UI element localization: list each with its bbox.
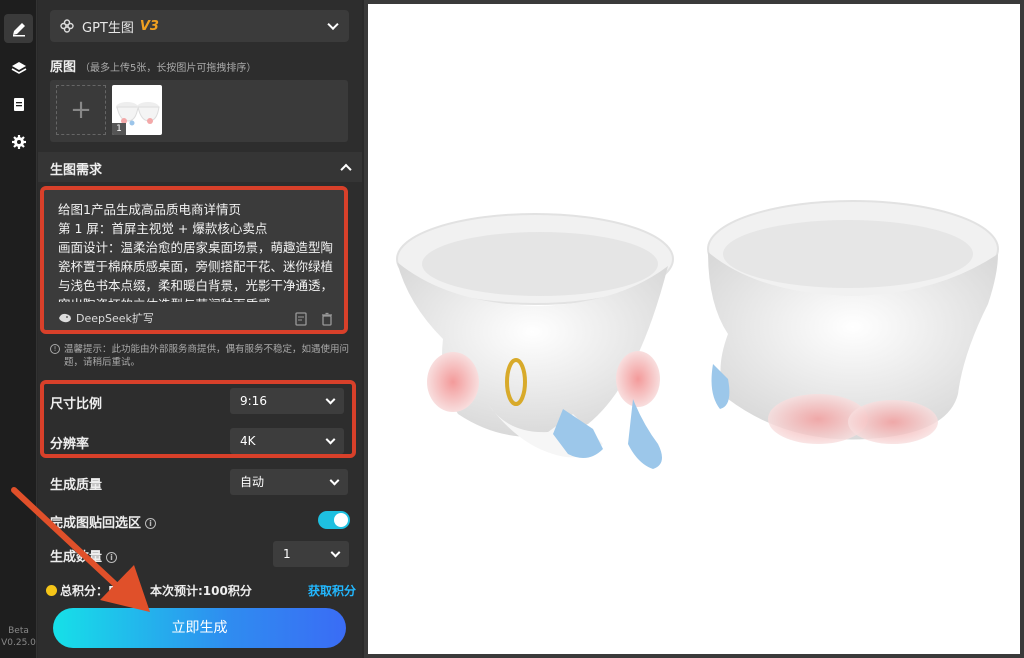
plus-icon: + <box>70 95 92 125</box>
quality-row: 生成质量 自动 <box>38 465 362 499</box>
credits-total-label: 总积分： <box>60 584 109 598</box>
ratio-row: 尺寸比例 9:16 <box>38 384 362 418</box>
resolution-value: 4K <box>240 434 256 448</box>
version-badge: V3 <box>139 18 159 34</box>
source-hint: （最多上传5张，长按图片可拖拽排序） <box>80 63 257 74</box>
quality-value: 自动 <box>240 475 265 489</box>
edit-tool-button[interactable] <box>4 14 33 43</box>
count-label: 生成数量 <box>50 550 103 565</box>
deepseek-expand-button[interactable]: DeepSeek扩写 <box>58 310 154 326</box>
model-title: GPT生图 <box>82 20 134 36</box>
chevron-down-icon <box>330 547 341 558</box>
tool-rail: Beta V0.25.0 <box>0 0 37 658</box>
model-selector[interactable]: GPT生图 V3 <box>50 10 349 42</box>
settings-panel: GPT生图 V3 原图 （最多上传5张，长按图片可拖拽排序） + 1 生图需求 给… <box>38 0 362 658</box>
requirement-title: 生图需求 <box>50 163 103 178</box>
resolution-row: 分辨率 4K <box>38 424 362 458</box>
beta-label: Beta <box>8 626 29 636</box>
paste-back-toggle[interactable] <box>318 511 350 529</box>
paste-back-row: 完成图贴回选区 i <box>38 503 362 537</box>
chevron-down-icon <box>329 475 340 486</box>
coin-icon <box>46 585 57 596</box>
count-select[interactable]: 1 <box>273 541 349 567</box>
service-notice: ! 温馨提示：此功能由外部服务商提供，偶有服务不稳定，如遇使用问题，请稍后重试。 <box>50 343 350 369</box>
help-icon[interactable]: i <box>145 518 157 529</box>
help-icon[interactable]: i <box>106 552 118 563</box>
requirement-section-header[interactable]: 生图需求 <box>38 152 362 182</box>
requirement-actions <box>294 312 334 326</box>
template-icon[interactable] <box>294 312 308 326</box>
credits-bar: 总积分：559 本次预计:100积分 获取积分 <box>46 582 356 600</box>
count-label-wrap: 生成数量 i <box>50 546 118 565</box>
layers-icon <box>11 61 26 74</box>
quality-label: 生成质量 <box>50 478 103 493</box>
chevron-down-icon <box>325 434 336 445</box>
deepseek-expand-label: DeepSeek扩写 <box>76 312 154 325</box>
whale-icon <box>59 313 71 323</box>
get-credits-link[interactable]: 获取积分 <box>308 582 356 599</box>
credits-total-value: 559 <box>108 584 134 598</box>
ceramic-cups-photo <box>396 200 999 469</box>
source-thumbnail[interactable]: 1 <box>112 85 162 135</box>
layers-tool-button[interactable] <box>4 53 33 82</box>
count-row: 生成数量 i 1 <box>38 537 362 571</box>
ratio-select[interactable]: 9:16 <box>230 388 344 414</box>
generate-button[interactable]: 立即生成 <box>53 608 346 648</box>
trash-icon[interactable] <box>320 312 334 326</box>
clipboard-tool-button[interactable] <box>4 89 33 118</box>
source-label-row: 原图 （最多上传5张，长按图片可拖拽排序） <box>50 56 256 75</box>
requirement-editor[interactable]: 给图1产品生成高品质电商详情页 第 1 屏：首屏主视觉 + 爆款核心卖点 画面设… <box>40 186 348 334</box>
ratio-label: 尺寸比例 <box>50 397 103 412</box>
resolution-select[interactable]: 4K <box>230 428 344 454</box>
chevron-up-icon <box>340 163 352 176</box>
version-label: V0.25.0 <box>1 638 36 648</box>
quality-select[interactable]: 自动 <box>230 469 348 495</box>
paste-back-label: 完成图贴回选区 <box>50 516 142 531</box>
source-images: + 1 <box>50 80 348 142</box>
gear-icon <box>11 134 26 149</box>
info-icon: ! <box>50 344 60 354</box>
count-value: 1 <box>283 547 291 561</box>
credits-estimate: 本次预计:100积分 <box>150 584 252 598</box>
thumbnail-index: 1 <box>112 123 126 135</box>
pencil-icon <box>12 22 25 36</box>
chevron-down-icon <box>325 394 336 405</box>
paste-back-label-wrap: 完成图贴回选区 i <box>50 512 157 531</box>
preview-image[interactable] <box>368 4 1020 654</box>
resolution-label: 分辨率 <box>50 437 90 452</box>
clipboard-icon <box>13 97 24 111</box>
credits-total: 总积分：559 <box>60 582 133 599</box>
ratio-value: 9:16 <box>240 394 267 408</box>
requirement-textarea[interactable]: 给图1产品生成高品质电商详情页 第 1 屏：首屏主视觉 + 爆款核心卖点 画面设… <box>58 200 340 302</box>
add-image-button[interactable]: + <box>56 85 106 135</box>
flower-icon <box>60 19 74 33</box>
chevron-down-icon <box>327 18 339 31</box>
service-notice-text: 温馨提示：此功能由外部服务商提供，偶有服务不稳定，如遇使用问题，请稍后重试。 <box>64 344 350 368</box>
source-label: 原图 <box>50 60 77 75</box>
settings-tool-button[interactable] <box>4 127 33 156</box>
